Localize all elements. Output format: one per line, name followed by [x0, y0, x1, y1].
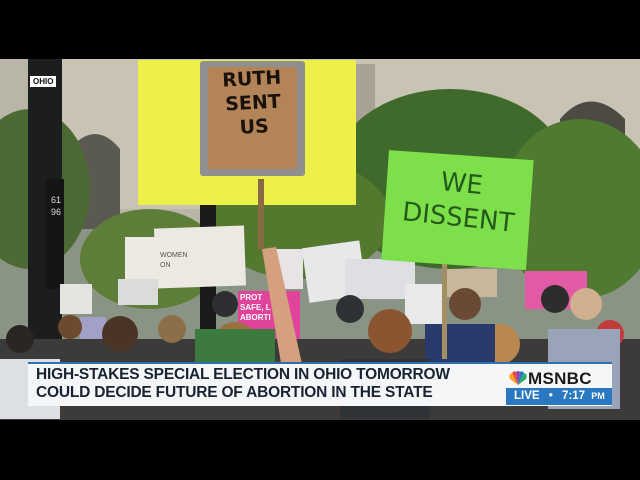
sign-pink-line: SAFE, L — [240, 303, 271, 312]
live-time: 7:17 — [562, 390, 586, 402]
sign-dissent: WE DISSENT — [392, 160, 528, 241]
sign-women: WOMEN ON — [160, 251, 210, 271]
live-bar: LIVE • 7:17 PM — [506, 388, 612, 405]
headline: HIGH-STAKES SPECIAL ELECTION IN OHIO TOM… — [36, 366, 450, 401]
lower-third: HIGH-STAKES SPECIAL ELECTION IN OHIO TOM… — [28, 362, 612, 406]
peacock-icon — [509, 371, 527, 385]
sign-pink-line: PROT — [240, 293, 263, 302]
sign-ruth: RUTH SENT US — [208, 65, 298, 141]
sign-pink-line: ABORTI — [240, 313, 271, 322]
pole-numbers: 6196 — [51, 195, 62, 217]
live-period: PM — [591, 391, 605, 401]
live-separator: • — [548, 390, 553, 402]
network-brand: MSNBC — [508, 369, 608, 388]
sign-ruth-line: US — [239, 115, 270, 139]
location-bug: OHIO — [30, 76, 57, 87]
sign-women-line: ON — [160, 262, 171, 269]
sign-women-line: WOMEN — [160, 252, 188, 259]
network-name: MSNBC — [528, 369, 592, 388]
live-label: LIVE — [514, 390, 540, 402]
sign-pink: PROT SAFE, L ABORTI — [240, 293, 300, 323]
